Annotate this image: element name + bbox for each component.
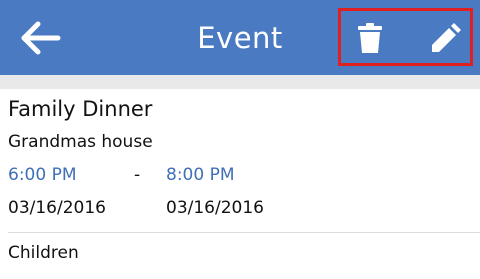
end-date: 03/16/2016 xyxy=(166,198,264,218)
start-date: 03/16/2016 xyxy=(8,198,106,218)
start-time[interactable]: 6:00 PM xyxy=(8,164,77,186)
end-time[interactable]: 8:00 PM xyxy=(166,164,235,186)
header-shadow xyxy=(0,75,480,89)
trash-icon xyxy=(358,23,382,53)
children-label: Children xyxy=(8,243,79,263)
page-title: Event xyxy=(197,21,283,55)
back-button[interactable] xyxy=(20,20,64,56)
arrow-left-icon xyxy=(21,21,61,55)
delete-button[interactable] xyxy=(355,22,385,54)
pencil-icon xyxy=(432,23,461,52)
section-divider xyxy=(8,232,480,233)
app-header: Event xyxy=(0,0,480,75)
event-title: Family Dinner xyxy=(8,97,153,121)
edit-button[interactable] xyxy=(428,20,464,56)
time-separator: - xyxy=(134,165,141,185)
event-location: Grandmas house xyxy=(8,132,153,152)
